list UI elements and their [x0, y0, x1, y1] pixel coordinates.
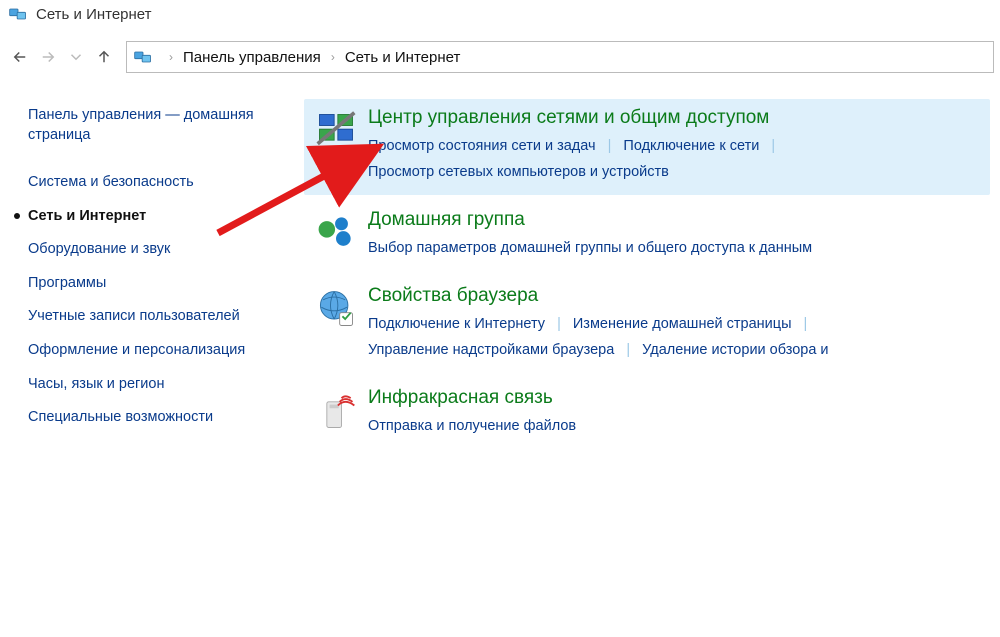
homegroup-icon [314, 211, 358, 255]
recent-dropdown[interactable] [62, 43, 90, 71]
category-link[interactable]: Отправка и получение файлов [368, 418, 576, 434]
link-separator: | [618, 342, 638, 358]
category-title[interactable]: Свойства браузера [368, 285, 980, 307]
window-title-bar: Сеть и Интернет [0, 0, 1000, 27]
breadcrumb-current[interactable]: Сеть и Интернет [341, 49, 465, 66]
forward-button[interactable] [34, 43, 62, 71]
category-title[interactable]: Центр управления сетями и общим доступом [368, 107, 980, 129]
category-link[interactable]: Подключение к Интернету [368, 316, 545, 332]
address-bar[interactable]: › Панель управления › Сеть и Интернет [126, 41, 994, 73]
link-separator: | [796, 316, 816, 332]
category-title[interactable]: Домашняя группа [368, 209, 980, 231]
category-title[interactable]: Инфракрасная связь [368, 387, 980, 409]
sidebar-home[interactable]: Панель управления — домашняя страница [28, 99, 268, 152]
sidebar-item-appearance[interactable]: Оформление и персонализация [28, 334, 268, 368]
category-link[interactable]: Подключение к сети [623, 138, 759, 154]
category-link[interactable]: Просмотр состояния сети и задач [368, 138, 596, 154]
sidebar-item-ease-of-access[interactable]: Специальные возможности [28, 401, 268, 435]
link-separator: | [763, 138, 783, 154]
link-separator: | [600, 138, 620, 154]
category-infrared: Инфракрасная связь Отправка и получение … [304, 379, 990, 449]
category-network-sharing: Центр управления сетями и общим доступом… [304, 99, 990, 195]
breadcrumb-root[interactable]: Панель управления [179, 49, 325, 66]
sidebar-item-clock-language-region[interactable]: Часы, язык и регион [28, 368, 268, 402]
sidebar-item-user-accounts[interactable]: Учетные записи пользователей [28, 300, 268, 334]
chevron-right-icon[interactable]: › [163, 50, 179, 64]
infrared-icon [314, 389, 358, 433]
window-title-text: Сеть и Интернет [36, 6, 152, 23]
sidebar: Панель управления — домашняя страница Си… [10, 99, 280, 456]
category-internet-options: Свойства браузера Подключение к Интернет… [304, 277, 990, 373]
sidebar-item-system-security[interactable]: Система и безопасность [28, 166, 268, 200]
main-panel: Центр управления сетями и общим доступом… [280, 99, 990, 456]
category-link[interactable]: Управление надстройками браузера [368, 342, 614, 358]
network-icon [133, 47, 153, 67]
nav-bar: › Панель управления › Сеть и Интернет [0, 37, 1000, 83]
chevron-right-icon[interactable]: › [325, 50, 341, 64]
network-icon [8, 4, 28, 24]
category-link[interactable]: Выбор параметров домашней группы и общег… [368, 240, 812, 256]
up-button[interactable] [90, 43, 118, 71]
content-area: Панель управления — домашняя страница Си… [0, 83, 1000, 456]
globe-settings-icon [314, 287, 358, 331]
sidebar-item-programs[interactable]: Программы [28, 267, 268, 301]
sidebar-item-network-internet[interactable]: Сеть и Интернет [28, 200, 268, 234]
network-center-icon [314, 109, 358, 153]
category-homegroup: Домашняя группа Выбор параметров домашне… [304, 201, 990, 271]
back-button[interactable] [6, 43, 34, 71]
category-link[interactable]: Изменение домашней страницы [573, 316, 792, 332]
category-link[interactable]: Просмотр сетевых компьютеров и устройств [368, 164, 669, 180]
sidebar-item-hardware-sound[interactable]: Оборудование и звук [28, 233, 268, 267]
category-link[interactable]: Удаление истории обзора и [642, 342, 828, 358]
link-separator: | [549, 316, 569, 332]
